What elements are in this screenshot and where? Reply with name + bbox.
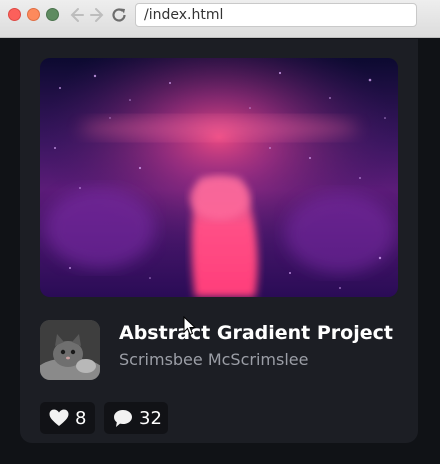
likes-count: 8 <box>75 407 87 429</box>
mouse-cursor-icon <box>183 315 197 340</box>
abstract-gradient-image <box>40 58 398 297</box>
back-arrow-icon[interactable] <box>66 4 86 26</box>
close-window-button[interactable] <box>8 8 21 21</box>
browser-toolbar: /index.html <box>0 0 440 38</box>
author-avatar[interactable] <box>40 320 100 380</box>
forward-arrow-icon[interactable] <box>88 4 108 26</box>
zoom-window-button[interactable] <box>46 8 59 21</box>
heart-icon <box>49 409 69 426</box>
minimize-window-button[interactable] <box>27 8 40 21</box>
comments-button[interactable]: 32 <box>104 402 168 434</box>
likes-button[interactable]: 8 <box>40 402 95 434</box>
reload-icon[interactable] <box>109 4 129 26</box>
comments-count: 32 <box>139 407 162 429</box>
project-hero-image[interactable] <box>40 58 398 297</box>
project-title[interactable]: Abstract Gradient Project <box>119 322 393 344</box>
speech-bubble-icon <box>114 409 132 427</box>
address-bar[interactable]: /index.html <box>135 3 417 27</box>
kitten-avatar <box>40 320 100 380</box>
author-name[interactable]: Scrimsbee McScrimslee <box>119 350 308 369</box>
